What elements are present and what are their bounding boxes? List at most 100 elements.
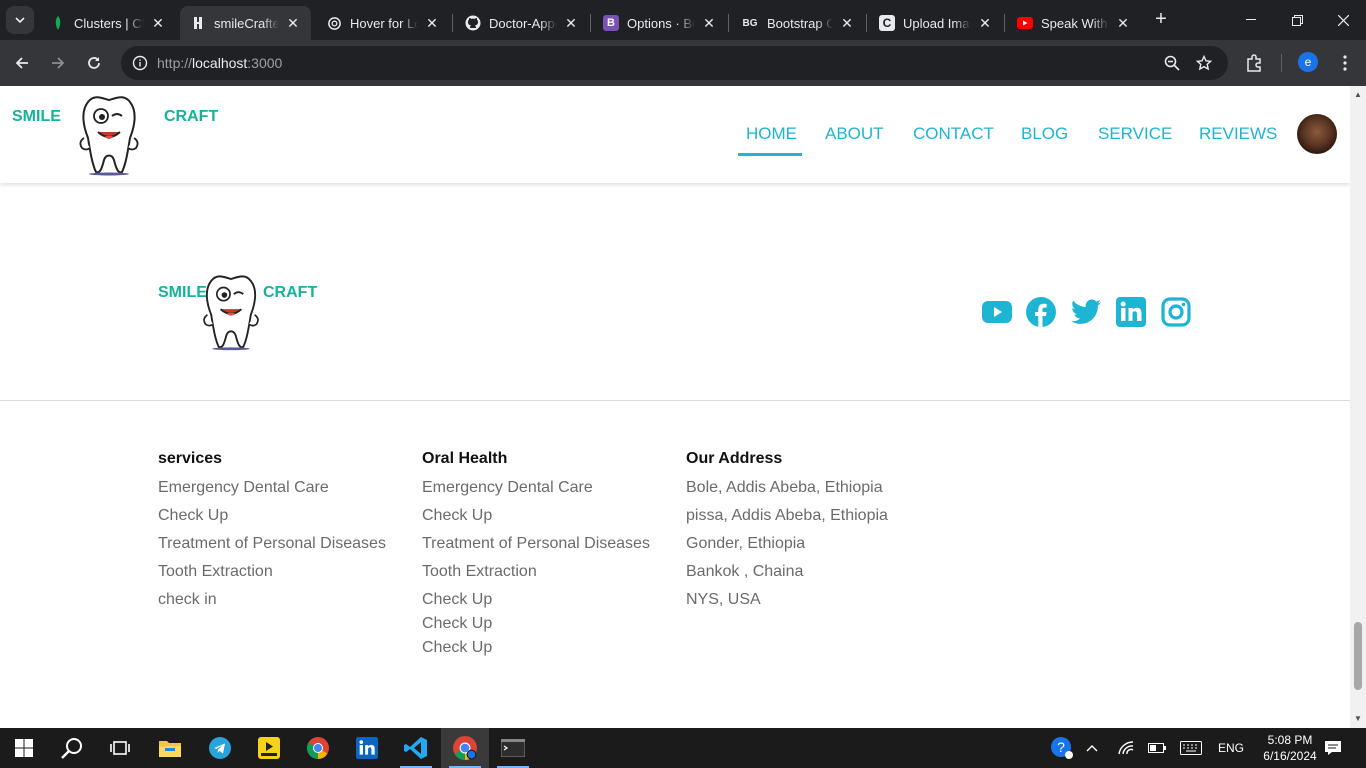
new-tab-button[interactable]: + bbox=[1150, 8, 1172, 30]
close-icon[interactable]: ✕ bbox=[424, 15, 440, 32]
profile-avatar[interactable]: e bbox=[1298, 52, 1318, 72]
restore-button[interactable] bbox=[1274, 0, 1320, 40]
oral-health-link[interactable]: Check Up bbox=[422, 615, 492, 633]
start-icon[interactable] bbox=[0, 728, 48, 768]
nav-home[interactable]: HOME bbox=[746, 124, 797, 144]
close-icon[interactable]: ✕ bbox=[839, 15, 855, 32]
chrome-profile-icon[interactable] bbox=[441, 728, 489, 768]
help-icon[interactable]: ? bbox=[1050, 728, 1074, 768]
nav-blog[interactable]: BLOG bbox=[1021, 124, 1068, 144]
address-item: Gonder, Ethiopia bbox=[686, 535, 806, 552]
wifi-icon[interactable] bbox=[1118, 728, 1134, 768]
oral-health-link[interactable]: Check Up bbox=[422, 507, 492, 525]
system-clock[interactable]: 5:08 PM 6/16/2024 bbox=[1255, 732, 1325, 764]
oral-health-link[interactable]: Emergency Dental Care bbox=[422, 479, 593, 497]
search-icon[interactable] bbox=[48, 728, 96, 768]
extensions-icon[interactable] bbox=[1243, 52, 1265, 74]
close-window-button[interactable] bbox=[1320, 0, 1366, 40]
close-icon[interactable]: ✕ bbox=[150, 15, 166, 32]
close-icon[interactable]: ✕ bbox=[977, 15, 993, 32]
close-icon[interactable]: ✕ bbox=[701, 15, 717, 32]
tab-smilecrafted[interactable]: smileCrafted ✕ bbox=[180, 6, 311, 40]
address-item: Bole, Addis Abeba, Ethiopia bbox=[686, 479, 883, 496]
tab-search-button[interactable] bbox=[6, 6, 34, 34]
tooth-logo-icon[interactable] bbox=[74, 94, 144, 181]
chrome-icon[interactable] bbox=[294, 728, 342, 768]
twitter-icon[interactable] bbox=[1070, 296, 1102, 328]
user-avatar[interactable] bbox=[1297, 114, 1337, 154]
close-icon[interactable]: ✕ bbox=[563, 15, 579, 32]
nav-contact[interactable]: CONTACT bbox=[913, 124, 994, 144]
close-icon[interactable]: ✕ bbox=[1115, 15, 1131, 32]
linkedin-icon[interactable] bbox=[1115, 296, 1147, 328]
browser-toolbar: http://localhost:3000 bbox=[0, 40, 1366, 86]
back-button[interactable] bbox=[9, 50, 35, 76]
services-link[interactable]: Emergency Dental Care bbox=[158, 479, 329, 497]
github-page-icon bbox=[190, 15, 206, 31]
services-link[interactable]: Check Up bbox=[158, 507, 228, 525]
footer-brand-right[interactable]: CRAFT bbox=[263, 284, 317, 302]
arrow-left-icon bbox=[15, 57, 28, 69]
bookmark-star-icon[interactable] bbox=[1193, 52, 1215, 74]
brand-left-text[interactable]: SMILE bbox=[12, 108, 61, 126]
services-link[interactable]: check in bbox=[158, 591, 217, 609]
close-icon[interactable]: ✕ bbox=[285, 15, 301, 32]
youtube-icon bbox=[1017, 15, 1033, 31]
reload-button[interactable] bbox=[81, 50, 107, 76]
oral-health-link[interactable]: Check Up bbox=[422, 639, 492, 657]
browser-menu-icon[interactable] bbox=[1334, 52, 1356, 74]
address-item: NYS, USA bbox=[686, 591, 761, 608]
linkedin-app-icon[interactable] bbox=[343, 728, 391, 768]
tab-speak-with[interactable]: Speak With ✕ bbox=[1007, 6, 1141, 40]
facebook-icon[interactable] bbox=[1025, 296, 1057, 328]
vscode-icon[interactable] bbox=[392, 728, 440, 768]
notifications-icon[interactable] bbox=[1324, 728, 1342, 768]
scroll-up-icon[interactable]: ▲ bbox=[1354, 90, 1362, 99]
info-icon[interactable] bbox=[132, 55, 148, 71]
services-link[interactable]: Tooth Extraction bbox=[158, 563, 273, 581]
footer-divider bbox=[0, 400, 1350, 401]
video-player-icon[interactable] bbox=[245, 728, 293, 768]
battery-icon[interactable] bbox=[1148, 728, 1166, 768]
tab-options-bootstrap[interactable]: B Options · Bo ✕ bbox=[593, 6, 727, 40]
reload-icon bbox=[88, 57, 100, 69]
youtube-icon[interactable] bbox=[981, 296, 1013, 328]
page-scrollbar[interactable]: ▲ ▼ bbox=[1350, 86, 1366, 728]
tab-doctor-appo[interactable]: Doctor-Appo ✕ bbox=[455, 6, 589, 40]
page-viewport: SMILE CRAFT HOME ABOUT CONTACT BLOG SERV… bbox=[0, 86, 1350, 728]
nav-reviews[interactable]: REVIEWS bbox=[1199, 124, 1277, 144]
footer-tooth-logo-icon[interactable] bbox=[198, 270, 264, 359]
scroll-down-icon[interactable]: ▼ bbox=[1354, 714, 1362, 723]
telegram-icon[interactable] bbox=[196, 728, 244, 768]
oral-health-link[interactable]: Treatment of Personal Diseases bbox=[422, 535, 650, 553]
file-explorer-icon[interactable] bbox=[146, 728, 194, 768]
nav-about[interactable]: ABOUT bbox=[825, 124, 884, 144]
tab-bootstrap-gallery[interactable]: BG Bootstrap Ga ✕ bbox=[731, 6, 865, 40]
minimize-button[interactable] bbox=[1228, 0, 1274, 40]
chevron-up-icon[interactable] bbox=[1086, 728, 1098, 768]
tab-upload-image[interactable]: C Upload Imag ✕ bbox=[869, 6, 1003, 40]
nav-active-indicator bbox=[738, 153, 802, 156]
oral-health-link[interactable]: Check Up bbox=[422, 591, 492, 609]
forward-button[interactable] bbox=[45, 50, 71, 76]
address-bar[interactable]: http://localhost:3000 bbox=[121, 46, 1228, 80]
tab-clusters[interactable]: Clusters | Cl ✕ bbox=[40, 6, 176, 40]
github-icon bbox=[465, 15, 481, 31]
terminal-icon[interactable] bbox=[489, 728, 537, 768]
services-link[interactable]: Treatment of Personal Diseases bbox=[158, 535, 386, 553]
tab-hover[interactable]: Hover for Lo ✕ bbox=[316, 6, 450, 40]
minimize-icon bbox=[1246, 19, 1256, 20]
task-view-icon[interactable] bbox=[96, 728, 144, 768]
zoom-icon[interactable] bbox=[1161, 52, 1183, 74]
keyboard-icon[interactable] bbox=[1180, 728, 1202, 768]
column-heading-services: services bbox=[158, 450, 223, 467]
brand-right-text[interactable]: CRAFT bbox=[164, 108, 218, 126]
language-indicator[interactable]: ENG bbox=[1218, 728, 1244, 768]
instagram-icon[interactable] bbox=[1160, 296, 1192, 328]
oral-health-link[interactable]: Tooth Extraction bbox=[422, 563, 537, 581]
close-icon bbox=[1337, 14, 1349, 26]
scrollbar-thumb[interactable] bbox=[1354, 622, 1362, 690]
arrow-right-icon bbox=[52, 57, 65, 69]
nav-service[interactable]: SERVICE bbox=[1098, 124, 1172, 144]
c-icon: C bbox=[879, 15, 895, 31]
